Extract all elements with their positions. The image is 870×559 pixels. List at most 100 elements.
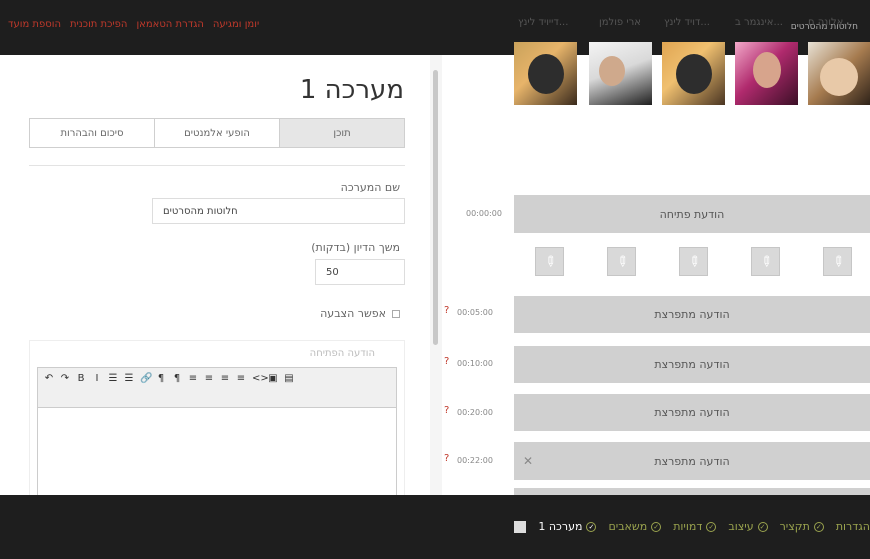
nav-design[interactable]: ✓ עיצוב [728,520,768,533]
interrupt-message-bar[interactable]: ✕ הודעה מתפרצת [514,442,870,480]
pencil-icon: ✎ [755,251,776,272]
avatar-name: דייויד לינץ... [518,17,569,28]
bar-label: הודעה מתפרצת [654,406,730,419]
source-code-icon[interactable]: <> [252,372,269,386]
nav-label: עיצוב [728,520,754,533]
top-link-diary[interactable]: יומן ומגיעה [213,19,259,30]
nav-label: דמויות [673,520,703,533]
vote-checkbox-label: אפשר הצבעה [320,307,386,320]
check-icon: ✓ [813,521,824,532]
nav-resources[interactable]: ✓ משאבים [608,520,662,533]
tab-content[interactable]: תוכן [279,119,404,147]
pencil-icon: ✎ [683,251,704,272]
nav-label: משאבים [608,520,648,533]
duration-label: משך הדיון (בדקות) [311,241,400,254]
edit-button[interactable]: ✎ [607,247,636,276]
nav-label: מערכה 1 [538,520,583,533]
check-icon: ✓ [586,521,597,532]
bar-label: הודעה מתפרצת [654,358,730,371]
alert-icon: ? [444,405,450,416]
rich-text-editor[interactable]: ↶ ↷ B I ☰ ☰ 🔗 ¶ ¶ ≡ ≡ ≡ ≡ <> ▣ ▤ [37,367,397,507]
pencil-icon: ✎ [539,251,560,272]
timestamp: 00:00:00 [466,209,502,218]
edit-panel: מערכה 1 תוכן הופעי אלמנטים סיכום והבהרות… [0,55,430,507]
check-icon: ✓ [757,521,768,532]
ltr-icon[interactable]: ¶ [172,372,182,386]
edit-button[interactable]: ✎ [679,247,708,276]
avatar[interactable] [589,42,652,105]
edit-button[interactable]: ✎ [823,247,852,276]
pencil-icon: ✎ [611,251,632,272]
pencil-icon: ✎ [827,251,848,272]
avatar[interactable] [808,42,870,105]
tab-elements[interactable]: הופעי אלמנטים [154,119,279,147]
opening-message-bar[interactable]: הודעת פתיחה [514,195,870,233]
avatar-name: אלונה ח... [808,17,853,28]
edit-button[interactable]: ✎ [751,247,780,276]
editor-label: הודעה הפתיחה [309,348,375,359]
redo-icon[interactable]: ↷ [60,372,70,386]
name-field[interactable]: חלוטות מהסרטים [152,198,405,224]
vote-checkbox-row[interactable]: אפשר הצבעה [320,307,400,320]
check-icon: ✓ [706,521,717,532]
panel-tabs: תוכן הופעי אלמנטים סיכום והבהרות [29,118,405,148]
nav-characters[interactable]: ✓ דמויות [673,520,717,533]
interrupt-message-bar[interactable]: הודעה מתפרצת [514,394,870,431]
edit-button[interactable]: ✎ [535,247,564,276]
numbered-list-icon[interactable]: ☰ [124,372,134,386]
divider [29,165,405,166]
undo-icon[interactable]: ↶ [44,372,54,386]
avatar[interactable] [514,42,577,105]
tab-summary[interactable]: סיכום והבהרות [30,119,154,147]
align-center-icon[interactable]: ≡ [204,372,214,386]
alert-icon: ? [444,305,450,316]
align-left-icon[interactable]: ≡ [220,372,230,386]
bar-label: הודעת פתיחה [659,207,725,221]
timestamp: 00:10:00 [457,359,493,368]
avatar-name: אינגמר ב... [735,17,783,28]
image-icon[interactable]: ▣ [268,372,278,386]
editor-toolbar: ↶ ↷ B I ☰ ☰ 🔗 ¶ ¶ ≡ ≡ ≡ ≡ <> ▣ ▤ [38,368,396,408]
avatar-name: דויד לינץ... [664,17,710,28]
bottom-nav: הגדרות ✓ תקציר ✓ עיצוב ✓ דמויות ✓ משאבים… [514,520,870,533]
justify-icon[interactable]: ≡ [236,372,246,386]
interrupt-message-bar[interactable] [514,488,870,495]
vote-checkbox[interactable] [392,309,400,318]
bar-label: הודעה מתפרצת [654,308,730,321]
bottom-bar: הגדרות ✓ תקציר ✓ עיצוב ✓ דמויות ✓ משאבים… [0,495,870,559]
bold-button[interactable]: B [76,372,86,386]
avatar[interactable] [662,42,725,105]
top-link-settings[interactable]: הגדרת הטאמאן [136,19,203,30]
avatar[interactable] [735,42,798,105]
alert-icon: ? [444,453,450,464]
interrupt-message-bar[interactable]: הודעה מתפרצת [514,346,870,383]
nav-summary[interactable]: ✓ תקציר [780,520,824,533]
timestamp: 00:20:00 [457,408,493,417]
scrollbar[interactable] [433,70,438,345]
check-icon: ✓ [651,521,662,532]
interrupt-message-bar[interactable]: הודעה מתפרצת [514,296,870,333]
link-icon[interactable]: 🔗 [140,372,152,386]
nav-settings[interactable]: הגדרות [836,520,870,533]
alert-icon: ? [444,356,450,367]
media-icon[interactable]: ▤ [284,372,294,386]
nav-label: תקציר [779,520,810,533]
top-links: הוספת מועד הפיכת תוכנית הגדרת הטאמאן יומ… [8,19,259,30]
duration-field[interactable]: 50 [315,259,405,285]
name-label: שם המערכה [340,181,400,194]
close-icon[interactable]: ✕ [523,454,533,468]
add-act-button[interactable] [514,520,527,533]
top-link-add-date[interactable]: הוספת מועד [8,19,61,30]
avatar-name: ארי פולמן [599,17,641,28]
timestamp: 00:05:00 [457,308,493,317]
italic-button[interactable]: I [92,372,102,386]
align-right-icon[interactable]: ≡ [188,372,198,386]
nav-label: הגדרות [835,520,870,533]
bullet-list-icon[interactable]: ☰ [108,372,118,386]
bar-label: הודעה מתפרצת [654,454,730,468]
nav-act-1[interactable]: ✓ מערכה 1 [538,520,597,533]
rtl-icon[interactable]: ¶ [156,372,166,386]
timestamp: 00:22:00 [457,456,493,465]
top-link-program[interactable]: הפיכת תוכנית [70,19,127,30]
page-title: מערכה 1 [299,75,404,105]
